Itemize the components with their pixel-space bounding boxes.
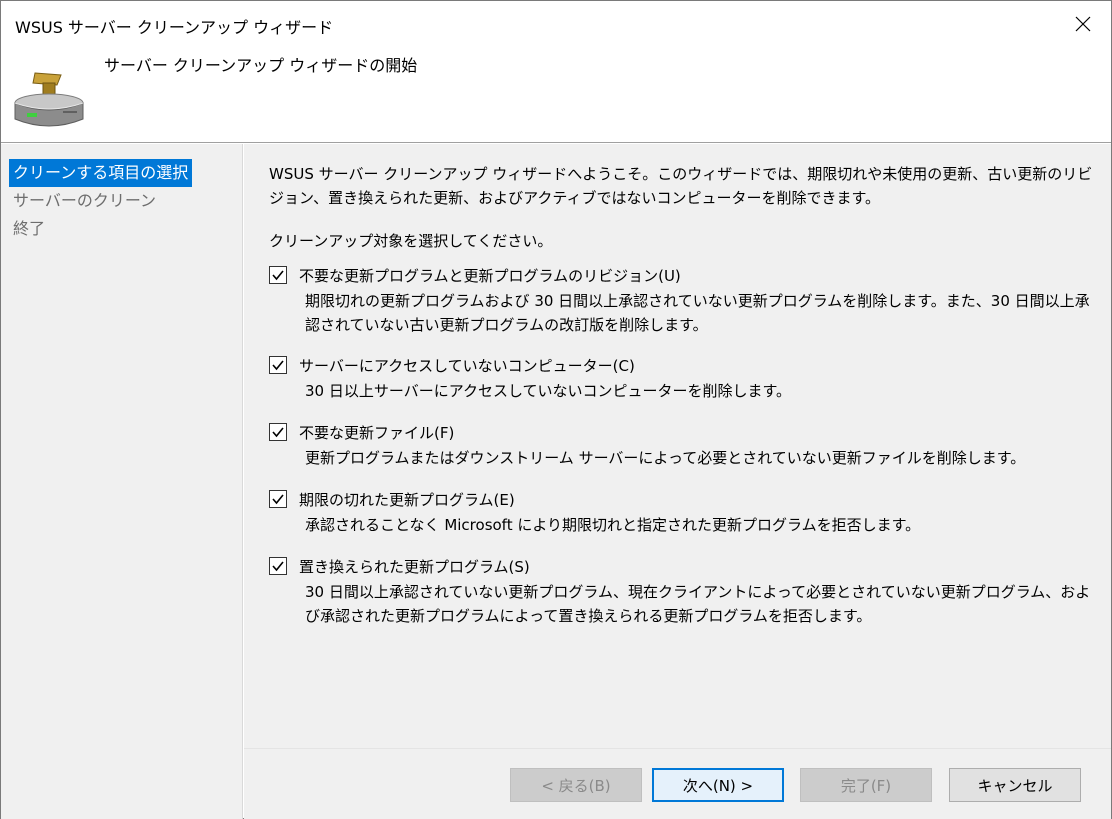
close-button[interactable]: [1055, 1, 1111, 47]
header-title: サーバー クリーンアップ ウィザードの開始: [104, 56, 418, 75]
step-server-cleanup: サーバーのクリーン: [13, 191, 157, 210]
cleanup-brush-drive-icon: [14, 72, 84, 127]
selection-prompt: クリーンアップ対象を選択してください。: [269, 232, 553, 250]
check-icon: [272, 561, 284, 572]
window-title: WSUS サーバー クリーンアップ ウィザード: [15, 18, 334, 37]
inactive-computers-checkbox[interactable]: [269, 356, 287, 374]
check-icon: [272, 494, 284, 505]
unneeded-files-description: 更新プログラムまたはダウンストリーム サーバーによって必要とされていない更新ファ…: [305, 449, 1026, 467]
expired-updates-description: 承認されることなく Microsoft により期限切れと指定された更新プログラム…: [305, 516, 921, 534]
option-inactive-computers: サーバーにアクセスしていないコンピューター(C) 30 日以上サーバーにアクセス…: [269, 353, 1099, 403]
finish-button[interactable]: 完了(F): [800, 768, 932, 802]
option-superseded-updates: 置き換えられた更新プログラム(S) 30 日間以上承認されていない更新プログラム…: [269, 554, 1099, 628]
unused-updates-label[interactable]: 不要な更新プログラムと更新プログラムのリビジョン(U): [299, 265, 681, 286]
superseded-updates-checkbox[interactable]: [269, 557, 287, 575]
check-icon: [272, 270, 284, 281]
wizard-window: WSUS サーバー クリーンアップ ウィザード サーバー クリーンアップ ウィザ…: [0, 0, 1112, 819]
option-expired-updates: 期限の切れた更新プログラム(E) 承認されることなく Microsoft により…: [269, 487, 1099, 537]
expired-updates-label[interactable]: 期限の切れた更新プログラム(E): [299, 489, 515, 510]
step-finish: 終了: [13, 219, 46, 238]
superseded-updates-description: 30 日間以上承認されていない更新プログラム、現在クライアントによって必要とされ…: [305, 583, 1091, 625]
close-icon: [1075, 16, 1091, 32]
step-select-items: クリーンする項目の選択: [9, 159, 193, 187]
wizard-header: サーバー クリーンアップ ウィザードの開始: [1, 47, 1111, 143]
check-icon: [272, 360, 284, 371]
wizard-footer: < 戻る(B) 次へ(N) > 完了(F) キャンセル: [244, 748, 1111, 819]
unneeded-files-label[interactable]: 不要な更新ファイル(F): [299, 422, 454, 443]
option-unused-updates: 不要な更新プログラムと更新プログラムのリビジョン(U) 期限切れの更新プログラム…: [269, 263, 1099, 337]
next-button[interactable]: 次へ(N) >: [652, 768, 784, 802]
intro-text: WSUS サーバー クリーンアップ ウィザードへようこそ。このウィザードでは、期…: [269, 165, 1093, 207]
wizard-steps-sidebar: クリーンする項目の選択 サーバーのクリーン 終了: [1, 144, 243, 819]
expired-updates-checkbox[interactable]: [269, 490, 287, 508]
back-button[interactable]: < 戻る(B): [510, 768, 642, 802]
check-icon: [272, 427, 284, 438]
unneeded-files-checkbox[interactable]: [269, 423, 287, 441]
title-bar: WSUS サーバー クリーンアップ ウィザード: [1, 1, 1111, 47]
unused-updates-checkbox[interactable]: [269, 266, 287, 284]
cancel-button[interactable]: キャンセル: [949, 768, 1081, 802]
inactive-computers-description: 30 日以上サーバーにアクセスしていないコンピューターを削除します。: [305, 382, 792, 400]
option-unneeded-files: 不要な更新ファイル(F) 更新プログラムまたはダウンストリーム サーバーによって…: [269, 420, 1099, 470]
wizard-content: WSUS サーバー クリーンアップ ウィザードへようこそ。このウィザードでは、期…: [244, 144, 1111, 748]
unused-updates-description: 期限切れの更新プログラムおよび 30 日間以上承認されていない更新プログラムを削…: [305, 292, 1090, 334]
superseded-updates-label[interactable]: 置き換えられた更新プログラム(S): [299, 556, 530, 577]
inactive-computers-label[interactable]: サーバーにアクセスしていないコンピューター(C): [299, 355, 635, 376]
